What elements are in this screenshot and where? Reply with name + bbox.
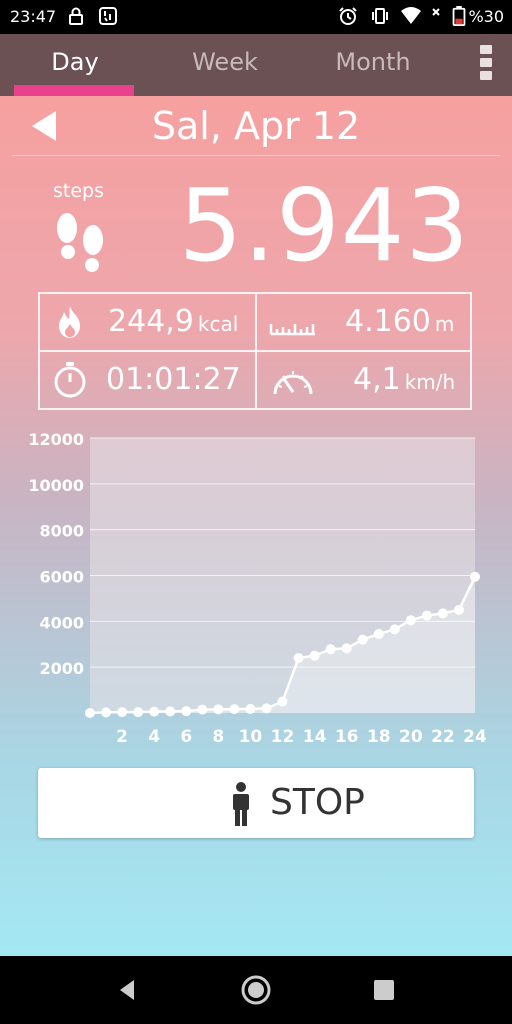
y-tick-label: 6000 [39,568,84,587]
data-point [325,644,336,655]
speed-cell: 4,1 km/h [257,352,472,408]
data-point [101,707,112,718]
steps-count: 5.943 [178,167,470,284]
alarm-icon [339,7,357,25]
active-tab-indicator [14,85,134,96]
status-time: 23:47 [10,7,57,26]
battery-icon [452,6,466,26]
data-point [309,650,320,661]
data-point [341,643,352,654]
data-point [245,703,256,714]
distance-cell: 4.160 m [257,294,472,350]
data-point [213,704,224,715]
data-point [181,706,192,717]
x-tick-label: 8 [212,727,224,747]
data-point [389,624,400,635]
x-tick-label: 4 [148,727,160,747]
data-point [149,706,160,717]
calories-value: 244,9 [108,304,194,339]
stats-grid: 244,9 kcal 4.160 m 01:01:27 4,1 km/h [38,292,472,410]
vibrate-icon [372,8,388,24]
duration-cell: 01:01:27 [40,352,255,408]
y-tick-label: 12000 [28,430,84,449]
speed-unit: km/h [404,370,456,394]
pedometer-screen: 23:47 %30 Day Week Month Sal, Apr 12 ste… [0,0,512,1024]
data-point [293,653,304,663]
overflow-menu-icon[interactable] [480,45,494,85]
tab-month[interactable]: Month [298,34,448,96]
data-point [357,634,368,645]
x-tick-label: 10 [239,727,263,747]
lock-icon [69,7,83,25]
wifi-x-icon [432,8,440,16]
x-tick-label: 22 [431,727,455,747]
distance-value: 4.160 [345,304,431,339]
home-icon[interactable] [240,974,272,1006]
y-tick-label: 2000 [39,659,84,678]
back-icon[interactable] [112,974,144,1006]
data-point [421,610,432,621]
ruler-icon [269,324,315,336]
data-point [117,707,128,718]
data-point [453,604,464,615]
y-tick-label: 4000 [39,613,84,632]
data-point [437,608,448,619]
data-point [165,706,176,717]
x-tick-label: 18 [367,727,391,747]
app-notification-icon [99,7,117,25]
data-point [133,707,144,718]
x-tick-label: 12 [271,727,295,747]
calories-unit: kcal [197,312,239,336]
tab-week[interactable]: Week [150,34,300,96]
y-tick-label: 10000 [28,476,84,495]
person-icon [233,782,249,826]
stop-button[interactable]: STOP [38,768,474,838]
data-point [373,628,384,639]
battery-percent: %30 [468,7,504,26]
footprints-icon [57,213,103,272]
data-point [261,703,272,714]
calories-cell: 244,9 kcal [40,294,255,350]
flame-icon [59,306,80,338]
steps-label: steps [53,180,104,202]
status-bar: 23:47 %30 [0,0,512,34]
divider [12,155,500,156]
stopwatch-icon [54,362,86,398]
x-tick-label: 20 [399,727,423,747]
duration-value: 01:01:27 [106,362,241,397]
data-point [85,708,95,718]
data-point [470,571,480,582]
steps-chart: 200040006000800010000120002 4 6 8 10 12 14 16 18… [28,430,487,747]
data-point [197,704,208,715]
speed-value: 4,1 [353,362,401,397]
date-title: Sal, Apr 12 [151,104,361,148]
stop-label: STOP [270,782,365,823]
x-tick-label: 14 [303,727,327,747]
navigation-bar [0,956,512,1024]
y-tick-label: 8000 [39,522,84,541]
x-tick-label: 6 [180,727,192,747]
recents-icon[interactable] [368,974,400,1006]
x-tick-label: 16 [335,727,359,747]
x-tick-label: 24 [463,727,487,747]
data-point [277,696,288,707]
x-tick-label: 2 [116,727,128,747]
wifi-icon [401,7,421,24]
data-point [229,704,240,715]
data-point [405,615,416,626]
speedometer-icon [273,371,313,395]
distance-unit: m [434,312,455,336]
